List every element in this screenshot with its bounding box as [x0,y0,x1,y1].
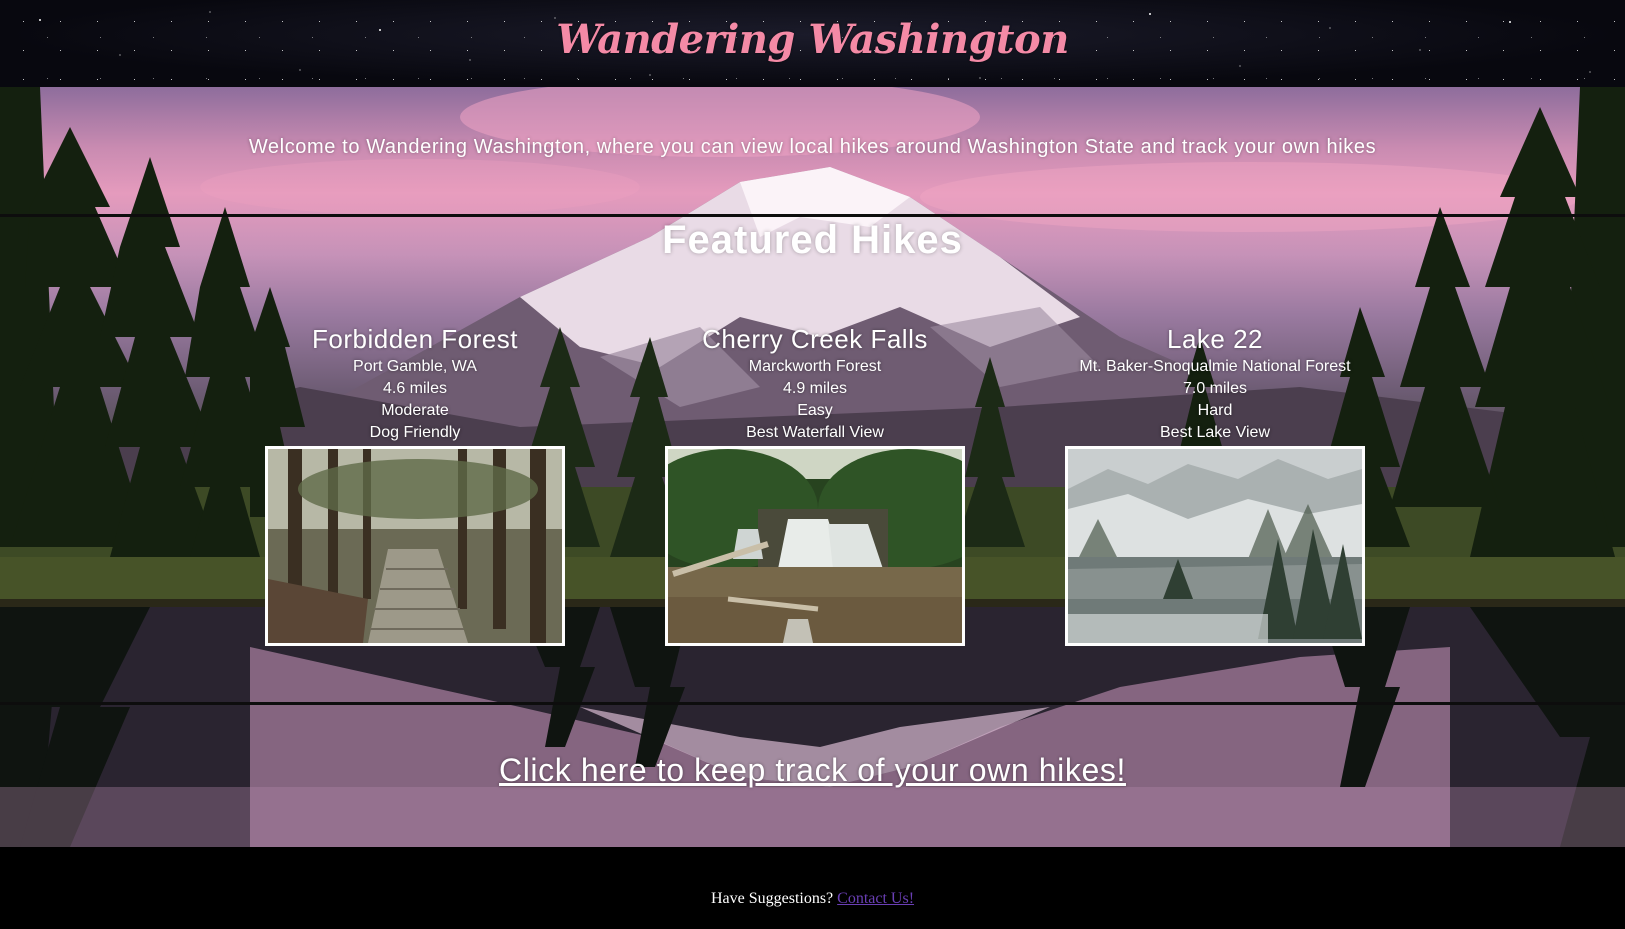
hike-card-cherry-creek-falls: Cherry Creek Falls Marckworth Forest 4.9… [665,322,965,646]
hike-card-lake-22: Lake 22 Mt. Baker-Snoqualmie National Fo… [1065,322,1365,646]
welcome-text: Welcome to Wandering Washington, where y… [248,136,1377,158]
hike-location: Marckworth Forest [748,358,882,375]
contact-us-link[interactable]: Contact Us! [837,890,914,907]
hike-photo-snowy-lake[interactable] [1065,446,1365,646]
hike-photo-waterfall[interactable] [665,446,965,646]
hike-difficulty: Moderate [381,402,449,419]
section-divider-bottom [0,702,1625,705]
hike-distance: 4.6 miles [382,380,448,397]
hike-distance: 7.0 miles [1182,380,1248,397]
track-hikes-link[interactable]: Click here to keep track of your own hik… [499,752,1126,788]
footer: Have Suggestions? Contact Us! [0,847,1625,929]
site-title: Wandering Washington [556,16,1069,63]
hike-location: Port Gamble, WA [353,358,477,375]
suggestions-prompt: Have Suggestions? [710,890,838,907]
hike-photo-forest-trail[interactable] [265,446,565,646]
hike-difficulty: Easy [797,402,833,419]
hike-name: Lake 22 [1166,324,1264,354]
section-divider-top [0,214,1625,217]
hike-card-forbidden-forest: Forbidden Forest Port Gamble, WA 4.6 mil… [265,322,565,646]
site-header: Wandering Washington [0,0,1625,87]
hike-difficulty: Hard [1197,402,1233,419]
hike-feature: Best Lake View [1160,424,1270,441]
featured-hikes-heading: Featured Hikes [662,218,963,262]
hike-name: Forbidden Forest [312,324,518,354]
hike-feature: Best Waterfall View [746,424,884,441]
hike-location: Mt. Baker-Snoqualmie National Forest [1079,358,1351,375]
hike-feature: Dog Friendly [369,424,461,441]
track-hikes-cta: Click here to keep track of your own hik… [0,752,1625,789]
hike-name: Cherry Creek Falls [702,324,928,354]
hike-distance: 4.9 miles [782,380,848,397]
